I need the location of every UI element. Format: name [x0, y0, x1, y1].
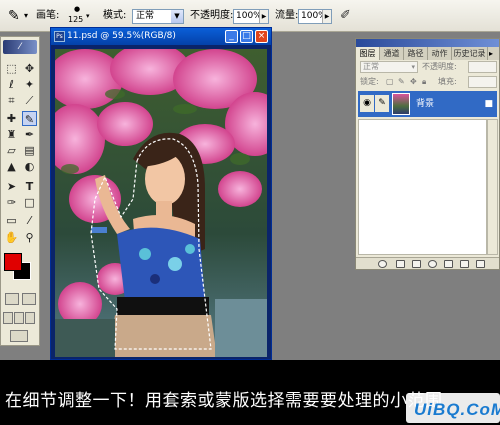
- adjustment-layer-icon[interactable]: [428, 260, 437, 268]
- flow-label: 流量:: [275, 10, 299, 21]
- new-group-icon[interactable]: [444, 260, 453, 268]
- layer-thumbnail: [392, 93, 410, 115]
- palette-titlebar[interactable]: [356, 39, 499, 47]
- layer-style-icon[interactable]: [396, 260, 405, 268]
- chevron-down-icon: ▾: [411, 63, 415, 71]
- screen-mode-full-menu-button[interactable]: [14, 312, 24, 324]
- path-selection-tool-icon[interactable]: ➤: [4, 179, 19, 194]
- layer-opacity-label: 不透明度:: [422, 62, 457, 71]
- jump-to-imageready-button[interactable]: [10, 330, 28, 342]
- shape-tool-icon[interactable]: □: [22, 195, 37, 210]
- new-layer-icon[interactable]: [460, 260, 469, 268]
- close-button[interactable]: ×: [255, 30, 268, 43]
- airbrush-icon[interactable]: ✐: [340, 8, 351, 24]
- photoshop-doc-icon: Ps: [54, 31, 65, 42]
- document-title: 11.psd @ 59.5%(RGB/8): [67, 31, 176, 41]
- image-canvas[interactable]: [55, 49, 267, 357]
- opacity-label: 不透明度:: [190, 10, 234, 21]
- history-brush-tool-icon[interactable]: ✒: [22, 127, 37, 142]
- eyedropper-tool-icon[interactable]: ⁄: [22, 213, 37, 228]
- tab-actions[interactable]: 动作: [428, 47, 452, 60]
- uibq-watermark-logo: UiBQ.CoM: [406, 393, 500, 423]
- slice-tool-icon[interactable]: ⟋: [22, 93, 37, 108]
- document-titlebar[interactable]: Ps 11.psd @ 59.5%(RGB/8) _ □ ×: [51, 28, 271, 45]
- dropdown-arrow-icon[interactable]: ▾: [24, 8, 28, 24]
- fill-field[interactable]: [468, 76, 497, 88]
- palette-scrollbar[interactable]: [487, 119, 498, 255]
- palette-menu-icon[interactable]: ▸: [489, 47, 493, 60]
- quick-mask-button[interactable]: [22, 293, 36, 305]
- document-window: Ps 11.psd @ 59.5%(RGB/8) _ □ ×: [50, 27, 272, 360]
- opacity-field[interactable]: 100% ▶: [233, 9, 269, 24]
- photo-girl-with-flowers: [55, 49, 267, 357]
- blend-mode-select[interactable]: 正常 ▾: [360, 61, 418, 73]
- magic-wand-tool-icon[interactable]: ✦: [22, 77, 37, 92]
- triangle-right-icon[interactable]: ▶: [259, 10, 268, 23]
- brush-tool-icon[interactable]: ✎: [22, 111, 37, 126]
- crop-tool-icon[interactable]: ⌗: [4, 93, 19, 108]
- link-layers-icon[interactable]: [378, 260, 387, 268]
- trash-icon[interactable]: [476, 260, 485, 268]
- palette-footer: [356, 257, 499, 269]
- feather-logo-icon[interactable]: ⁄: [3, 40, 37, 54]
- brush-picker[interactable]: ● 125 ▾: [64, 5, 90, 27]
- mode-select[interactable]: 正常 ▼: [132, 9, 184, 24]
- move-tool-icon[interactable]: ✥: [22, 61, 37, 76]
- hand-tool-icon[interactable]: ✋: [4, 230, 19, 245]
- add-mask-icon[interactable]: [412, 260, 421, 268]
- lock-icon: ■: [484, 99, 493, 109]
- lock-all-icon[interactable]: 🔒︎: [422, 76, 426, 88]
- brush-size: 125: [68, 15, 84, 24]
- layer-name: 背景: [416, 99, 435, 109]
- toolbox: ⁄ ⬚ ✥ ℓ ✦ ⌗ ⟋ ✚ ✎ ♜ ✒ ▱ ▤ ▲ ◐ ➤ T ✑ □ ▭ …: [0, 36, 40, 346]
- maximize-button[interactable]: □: [240, 30, 253, 43]
- clone-stamp-tool-icon[interactable]: ♜: [4, 127, 19, 142]
- zoom-tool-icon[interactable]: ⚲: [22, 230, 37, 245]
- dodge-tool-icon[interactable]: ◐: [22, 159, 37, 174]
- layers-palette: 图层 通道 路径 动作 历史记录 ▸ 正常 ▾ 不透明度: 锁定: ▢ ✎ ✥ …: [355, 38, 500, 270]
- marquee-tool-icon[interactable]: ⬚: [4, 61, 19, 76]
- caption-text: 在细节调整一下！用套索或蒙版选择需要要处理的小范围: [5, 391, 443, 411]
- pen-tool-icon[interactable]: ✑: [4, 195, 19, 210]
- lasso-tool-icon[interactable]: ℓ: [4, 77, 19, 92]
- tab-channels[interactable]: 通道: [380, 47, 404, 60]
- gradient-tool-icon[interactable]: ▤: [22, 143, 37, 158]
- minimize-button[interactable]: _: [225, 30, 238, 43]
- screen-mode-standard-button[interactable]: [3, 312, 13, 324]
- tab-history[interactable]: 历史记录: [452, 47, 488, 60]
- tab-paths[interactable]: 路径: [404, 47, 428, 60]
- tab-layers[interactable]: 图层: [356, 47, 380, 60]
- lock-position-icon[interactable]: ✥: [410, 76, 417, 88]
- flow-field[interactable]: 100% ▶: [298, 9, 332, 24]
- eye-icon[interactable]: ◉: [360, 95, 374, 112]
- svg-text:UiBQ.CoM: UiBQ.CoM: [414, 400, 500, 419]
- brush-dot-icon: ●: [74, 5, 81, 13]
- standard-mode-button[interactable]: [5, 293, 19, 305]
- triangle-right-icon[interactable]: ▶: [322, 10, 331, 23]
- palette-tabs: 图层 通道 路径 动作 历史记录 ▸: [356, 47, 499, 60]
- opacity-value: 100%: [236, 11, 262, 21]
- notes-tool-icon[interactable]: ▭: [4, 213, 19, 228]
- brush-tool-icon[interactable]: ✎: [8, 8, 20, 24]
- mode-value: 正常: [136, 11, 155, 21]
- brush-link-icon[interactable]: ✎: [375, 95, 389, 112]
- eraser-tool-icon[interactable]: ▱: [4, 143, 19, 158]
- chevron-down-icon: ▼: [171, 10, 183, 23]
- screen-mode-full-button[interactable]: [25, 312, 35, 324]
- layer-list-area: [358, 119, 487, 255]
- fill-label: 填充:: [438, 77, 457, 86]
- type-tool-icon[interactable]: T: [22, 179, 37, 194]
- mode-label: 模式:: [103, 10, 127, 21]
- lock-transparency-icon[interactable]: ▢: [386, 76, 394, 88]
- dropdown-arrow-icon: ▾: [86, 12, 90, 20]
- foreground-color-swatch[interactable]: [4, 253, 22, 271]
- lock-label: 锁定:: [360, 77, 379, 86]
- layer-row-background[interactable]: ◉ ✎ 背景 ■: [358, 91, 497, 117]
- brush-label: 画笔:: [36, 10, 60, 21]
- layer-opacity-field[interactable]: [468, 61, 497, 73]
- healing-brush-tool-icon[interactable]: ✚: [4, 111, 19, 126]
- blur-tool-icon[interactable]: ▲: [4, 159, 19, 174]
- blend-mode-value: 正常: [363, 62, 379, 71]
- lock-image-icon[interactable]: ✎: [398, 76, 405, 88]
